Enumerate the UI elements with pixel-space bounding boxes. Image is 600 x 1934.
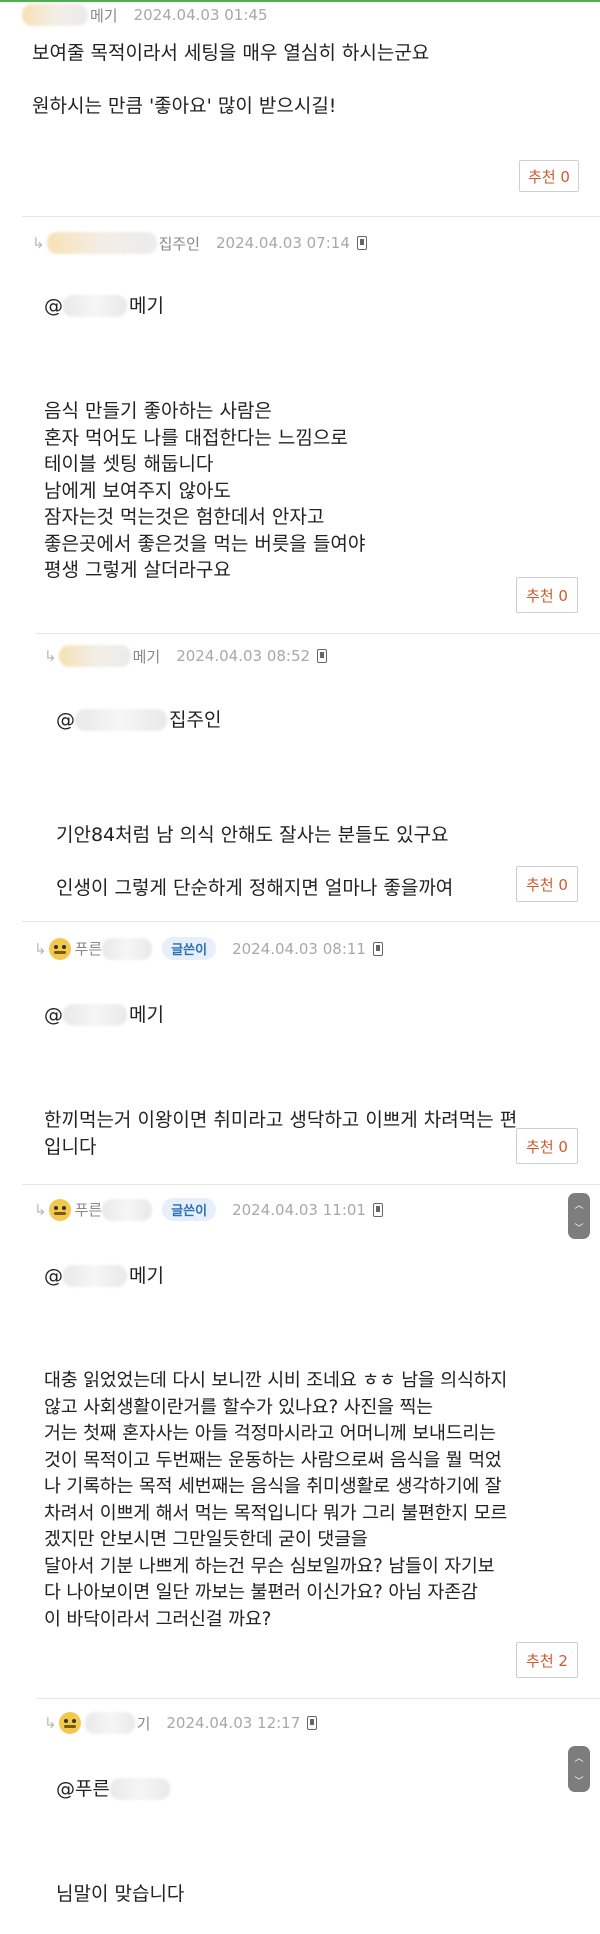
mention[interactable]: @ 메기 bbox=[44, 1263, 592, 1290]
comment-nickname[interactable]: 메기 bbox=[133, 646, 161, 667]
top-accent-rule bbox=[0, 0, 600, 2]
comment-body: 기안84처럼 남 의식 안해도 잘사는 분들도 있구요 인생이 그렇게 단순하게… bbox=[56, 824, 454, 899]
comment-meta: 메기 2024.04.03 01:45 bbox=[22, 4, 268, 26]
avatar bbox=[58, 645, 131, 667]
comment-body-wrap: @ 메기 음식 만들기 좋아하는 사람은 혼자 먹어도 나를 대접한다는 느낌으… bbox=[44, 266, 584, 610]
author-badge: 글쓴이 bbox=[162, 937, 217, 960]
recommend-button[interactable]: 추천 0 bbox=[519, 160, 579, 192]
grinning-face-icon bbox=[58, 1712, 81, 1734]
mention-blurred bbox=[63, 1003, 127, 1026]
comment-nickname[interactable]: 기 bbox=[137, 1713, 151, 1734]
mobile-phone-icon bbox=[356, 236, 367, 250]
mention-name: @푸른 bbox=[56, 1777, 110, 1800]
reply-arrow-icon: ↳ bbox=[34, 1200, 47, 1219]
reply-arrow-icon: ↳ bbox=[44, 647, 57, 665]
comment-date: 2024.04.03 12:17 bbox=[166, 1714, 301, 1732]
mention-blurred bbox=[75, 708, 167, 731]
comment-body: 보여줄 목적이라서 세팅을 매우 열심히 하시는군요 원하시는 만큼 '좋아요'… bbox=[32, 42, 430, 117]
comment-body: 님말이 맞습니다 bbox=[56, 1883, 185, 1905]
mention-at: @ bbox=[44, 294, 63, 317]
comment-meta: ↳ 푸른 글쓴이 2024.04.03 11:01 bbox=[34, 1198, 383, 1221]
nickname-blurred bbox=[102, 937, 153, 960]
mobile-phone-icon bbox=[317, 649, 328, 663]
scroll-control[interactable]: ︿ ﹀ bbox=[568, 1746, 590, 1792]
comment-nickname[interactable]: 집주인 bbox=[159, 233, 200, 254]
avatar bbox=[46, 232, 157, 254]
divider bbox=[36, 633, 600, 634]
comment-body-wrap: @ 메기 대충 읽었었는데 다시 보니깐 시비 조네요 ㅎㅎ 남을 의식하지 않… bbox=[44, 1236, 592, 1660]
mention-name: 메기 bbox=[129, 1003, 164, 1026]
mobile-phone-icon bbox=[307, 1716, 318, 1730]
comment-nickname[interactable]: 메기 bbox=[90, 5, 118, 26]
chevron-down-icon[interactable]: ﹀ bbox=[574, 1774, 583, 1787]
divider bbox=[36, 1698, 600, 1699]
mobile-phone-icon bbox=[372, 1202, 383, 1217]
recommend-button[interactable]: 추천 0 bbox=[516, 1128, 578, 1164]
mention-at: @ bbox=[56, 708, 75, 731]
reply-arrow-icon: ↳ bbox=[44, 1714, 57, 1732]
recommend-button[interactable]: 추천 2 bbox=[516, 1642, 578, 1678]
reply-arrow-icon: ↳ bbox=[32, 234, 45, 252]
divider bbox=[22, 1184, 600, 1185]
comment-meta: ↳ 메기 2024.04.03 08:52 bbox=[44, 645, 328, 667]
comment-date: 2024.04.03 01:45 bbox=[133, 6, 268, 24]
comment-date: 2024.04.03 08:11 bbox=[232, 939, 366, 958]
mention-blurred bbox=[63, 1264, 127, 1287]
comment-body-wrap: @푸른 님말이 맞습니다 bbox=[56, 1749, 576, 1934]
grinning-face-icon bbox=[48, 937, 71, 960]
comment-body-wrap: @ 메기 한끼먹는거 이왕이면 취미라고 생닥하고 이쁘게 차려먹는 편 입니다 bbox=[44, 975, 584, 1187]
grinning-face-icon bbox=[48, 1198, 71, 1221]
scroll-control[interactable]: ︿ ﹀ bbox=[568, 1193, 590, 1239]
author-badge: 글쓴이 bbox=[162, 1198, 217, 1221]
recommend-button[interactable]: 추천 0 bbox=[516, 866, 578, 902]
mention[interactable]: @ 집주인 bbox=[56, 707, 586, 734]
mention-name: 집주인 bbox=[169, 708, 222, 731]
chevron-down-icon[interactable]: ﹀ bbox=[574, 1221, 583, 1234]
mention[interactable]: @ 메기 bbox=[44, 1002, 584, 1029]
avatar bbox=[22, 4, 88, 26]
comment-body-wrap: @ 집주인 기안84처럼 남 의식 안해도 잘사는 분들도 있구요 인생이 그렇… bbox=[56, 680, 586, 928]
reply-arrow-icon: ↳ bbox=[34, 939, 47, 958]
comment-date: 2024.04.03 08:52 bbox=[176, 647, 311, 665]
comment-meta: ↳ 기 2024.04.03 12:17 bbox=[44, 1712, 318, 1734]
mention-name: 메기 bbox=[129, 1264, 164, 1287]
divider bbox=[22, 921, 600, 922]
comment-body: 음식 만들기 좋아하는 사람은 혼자 먹어도 나를 대접한다는 느낌으로 테이블… bbox=[44, 400, 366, 581]
divider bbox=[22, 216, 600, 217]
mention[interactable]: @푸른 bbox=[56, 1776, 576, 1803]
recommend-button[interactable]: 추천 0 bbox=[516, 577, 578, 613]
comment-body: 대충 읽었었는데 다시 보니깐 시비 조네요 ㅎㅎ 남을 의식하지 않고 사회생… bbox=[44, 1370, 508, 1630]
mention[interactable]: @ 메기 bbox=[44, 293, 584, 320]
mention-at: @ bbox=[44, 1264, 63, 1287]
comment-nickname[interactable]: 푸른 bbox=[75, 938, 103, 959]
mention-at: @ bbox=[44, 1003, 63, 1026]
mention-name: 메기 bbox=[129, 294, 164, 317]
chevron-up-icon[interactable]: ︿ bbox=[574, 1198, 583, 1211]
comment-nickname[interactable]: 푸른 bbox=[75, 1199, 103, 1220]
mention-blurred bbox=[109, 1777, 170, 1800]
comment-date: 2024.04.03 07:14 bbox=[215, 234, 350, 252]
comment-body: 한끼먹는거 이왕이면 취미라고 생닥하고 이쁘게 차려먹는 편 입니다 bbox=[44, 1109, 518, 1158]
comment-date: 2024.04.03 11:01 bbox=[232, 1200, 366, 1219]
mobile-phone-icon bbox=[372, 941, 383, 956]
comment-meta: ↳ 집주인 2024.04.03 07:14 bbox=[32, 232, 367, 254]
nickname-blurred bbox=[102, 1198, 153, 1221]
nickname-blurred bbox=[84, 1712, 135, 1734]
chevron-up-icon[interactable]: ︿ bbox=[574, 1751, 583, 1764]
comment-meta: ↳ 푸른 글쓴이 2024.04.03 08:11 bbox=[34, 937, 383, 960]
mention-blurred bbox=[63, 294, 127, 317]
